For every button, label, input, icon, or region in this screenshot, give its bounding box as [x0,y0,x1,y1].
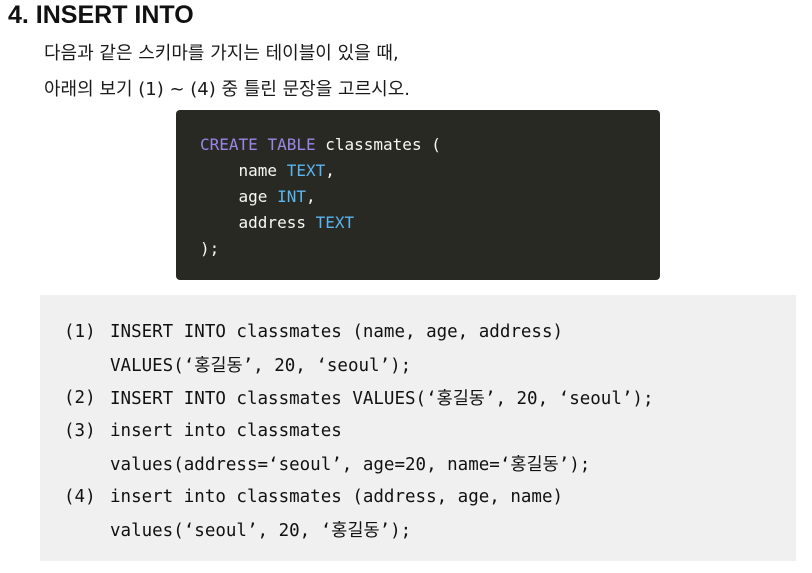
section-title: 4. INSERT INTO [8,1,194,29]
option-number: (3) [64,420,96,441]
schema-code-block: CREATE TABLE classmates ( name TEXT, age… [176,110,660,280]
column-type: TEXT [315,213,355,232]
schema-line-1: CREATE TABLE classmates ( [200,132,660,158]
option-number: (1) [64,321,96,342]
table-keyword: TABLE [267,135,316,154]
option-code: INSERT INTO classmates (name, age, addre… [110,321,564,342]
option-1-line-1: (1) INSERT INTO classmates (name, age, ad… [64,315,796,348]
option-2-line-1: (2) INSERT INTO classmates VALUES(‘홍길동’, … [64,381,796,414]
answer-options-block: (1) INSERT INTO classmates (name, age, ad… [40,295,796,561]
option-1-line-2: VALUES(‘홍길동’, 20, ‘seoul’); [110,356,412,376]
option-code: insert into classmates [110,420,342,441]
create-keyword: CREATE [200,135,258,154]
column-separator: , [325,161,335,180]
option-number: (2) [64,387,96,408]
schema-line-5: ); [200,239,220,258]
option-3-line-2: values(address=‘seoul’, age=20, name=‘홍길… [110,455,591,475]
column-name: age [238,187,268,206]
option-number: (4) [64,486,96,507]
schema-line-4: address TEXT [200,210,660,236]
question-line-2: 아래의 보기 (1) ~ (4) 중 틀린 문장을 고르시오. [44,79,410,100]
column-separator: , [305,187,316,206]
question-line-1: 다음과 같은 스키마를 가지는 테이블이 있을 때, [44,43,399,64]
schema-line-3: age INT, [200,184,660,210]
option-3-line-1: (3) insert into classmates [64,414,796,447]
option-4-line-2: values(‘seoul’, 20, ‘홍길동’); [110,521,412,541]
column-type: INT [277,187,306,206]
option-code: INSERT INTO classmates VALUES(‘홍길동’, 20,… [110,389,654,409]
option-code: insert into classmates (address, age, na… [110,486,564,507]
table-name: classmates ( [315,135,441,154]
column-type: TEXT [286,161,326,180]
column-name: name [238,161,278,180]
option-4-line-1: (4) insert into classmates (address, age,… [64,480,796,513]
column-name: address [238,213,306,232]
schema-line-2: name TEXT, [200,158,660,184]
